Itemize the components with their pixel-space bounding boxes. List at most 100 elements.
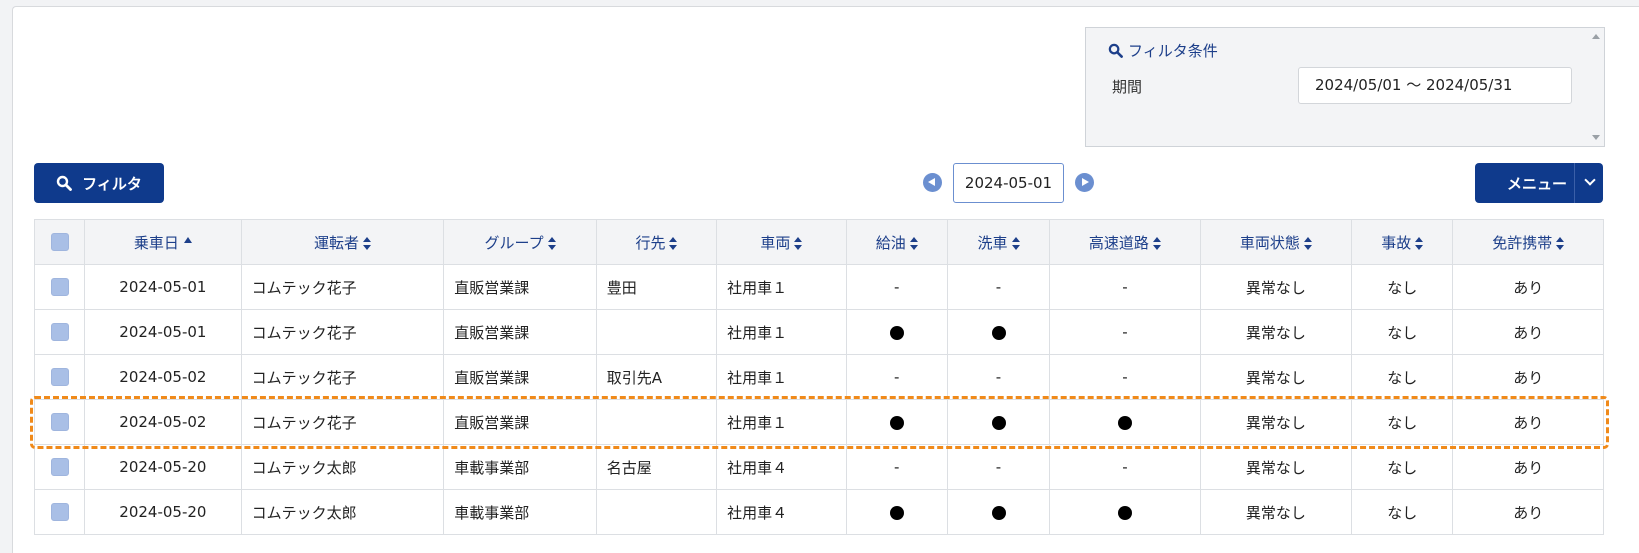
group-cell: 直販営業課: [443, 354, 597, 400]
column-header-license[interactable]: 免許携帯: [1452, 219, 1604, 265]
sort-icon: [669, 236, 678, 250]
column-header-destination[interactable]: 行先: [595, 219, 718, 265]
destination-cell-text: 名古屋: [606, 458, 652, 477]
scroll-down-arrow-icon[interactable]: [1592, 135, 1600, 140]
vehicle-cell-text: 社用車１: [727, 278, 788, 297]
column-header-label: 免許携帯: [1492, 233, 1553, 252]
menu-button-divider: [1574, 163, 1575, 203]
sort-icon: [547, 236, 556, 250]
column-header-accident[interactable]: 事故: [1351, 219, 1454, 265]
license-cell: あり: [1452, 489, 1604, 535]
condition-cell-text: 異常なし: [1245, 503, 1306, 522]
vehicle-cell-text: 社用車１: [727, 368, 788, 387]
highway-cell: -: [1049, 444, 1201, 490]
highway-cell: ●: [1049, 399, 1201, 445]
row-checkbox[interactable]: [50, 458, 69, 477]
column-header-label: 事故: [1381, 233, 1412, 252]
driver-cell: コムテック太郎: [240, 444, 445, 490]
filter-panel-scrollbar[interactable]: [1587, 28, 1604, 146]
menu-button-label: メニュー: [1507, 174, 1568, 193]
fuel-cell: ●: [845, 309, 948, 355]
period-field[interactable]: 2024/05/01 〜 2024/05/31: [1298, 67, 1572, 104]
row-checkbox[interactable]: [50, 503, 69, 522]
fuel-cell-text: -: [893, 458, 900, 476]
current-date-field[interactable]: 2024-05-01: [953, 163, 1064, 203]
row-checkbox[interactable]: [50, 278, 69, 297]
filter-conditions-label: フィルタ条件: [1128, 42, 1218, 60]
fuel-cell: ●: [845, 489, 948, 535]
group-cell: 直販営業課: [443, 399, 597, 445]
table-row[interactable]: 2024-05-01 コムテック花子 直販営業課 豊田 社用車１ - - - 異常なし なし あり: [33, 264, 1604, 310]
group-cell: 車載事業部: [443, 489, 597, 535]
column-header-highway[interactable]: 高速道路: [1049, 219, 1201, 265]
table-row[interactable]: 2024-05-02 コムテック花子 直販営業課 社用車１ ● ● ● 異常なし なし あり: [33, 399, 1604, 445]
row-select-cell[interactable]: [33, 309, 86, 355]
row-select-cell[interactable]: [33, 444, 86, 490]
column-header-date[interactable]: 乗車日: [84, 219, 242, 265]
group-cell: 車載事業部: [443, 444, 597, 490]
condition-cell-text: 異常なし: [1245, 458, 1306, 477]
column-header-vehicle[interactable]: 車両: [716, 219, 847, 265]
chevron-down-icon[interactable]: [1584, 174, 1596, 186]
row-select-cell[interactable]: [33, 489, 86, 535]
column-header-group[interactable]: グループ: [443, 219, 597, 265]
filter-button[interactable]: フィルタ: [34, 163, 164, 203]
select-all-cell[interactable]: [33, 219, 86, 265]
column-header-label: 運転者: [313, 233, 359, 252]
date-cell: 2024-05-02: [84, 399, 242, 445]
sort-icon: [1556, 236, 1565, 250]
row-checkbox[interactable]: [50, 323, 69, 342]
scroll-up-arrow-icon[interactable]: [1592, 34, 1600, 39]
date-cell-text: 2024-05-01: [119, 323, 207, 341]
column-header-driver[interactable]: 運転者: [240, 219, 445, 265]
group-cell-text: 車載事業部: [454, 503, 530, 522]
driver-cell-text: コムテック花子: [251, 368, 357, 387]
filled-dot-icon: ●: [991, 415, 1006, 430]
date-cell: 2024-05-02: [84, 354, 242, 400]
accident-cell-text: なし: [1387, 413, 1418, 432]
next-date-icon[interactable]: [1075, 173, 1094, 192]
column-header-wash[interactable]: 洗車: [946, 219, 1051, 265]
sort-icon: [1303, 236, 1312, 250]
filled-dot-icon: ●: [991, 505, 1006, 520]
column-header-label: 給油: [875, 233, 906, 252]
condition-cell: 異常なし: [1199, 264, 1353, 310]
license-cell-text: あり: [1513, 413, 1544, 432]
wash-cell: -: [946, 354, 1051, 400]
group-cell: 直販営業課: [443, 264, 597, 310]
row-select-cell[interactable]: [33, 264, 86, 310]
table-row[interactable]: 2024-05-20 コムテック太郎 車載事業部 社用車４ ● ● ● 異常なし なし あり: [33, 489, 1604, 535]
row-select-cell[interactable]: [33, 399, 86, 445]
row-checkbox[interactable]: [50, 368, 69, 387]
group-cell-text: 直販営業課: [454, 413, 530, 432]
condition-cell: 異常なし: [1199, 399, 1353, 445]
condition-cell: 異常なし: [1199, 309, 1353, 355]
table-row[interactable]: 2024-05-02 コムテック花子 直販営業課 取引先A 社用車１ - - - 異常なし なし あ…: [33, 354, 1604, 400]
driver-cell: コムテック花子: [240, 309, 445, 355]
select-all-checkbox[interactable]: [50, 233, 69, 252]
column-header-condition[interactable]: 車両状態: [1199, 219, 1353, 265]
filled-dot-icon: ●: [991, 325, 1006, 340]
wash-cell: -: [946, 264, 1051, 310]
wash-cell-text: -: [995, 278, 1002, 296]
trip-records-table: 乗車日 運転者 グループ 行先 車両 給油 洗車 高速道路 車両状態 事故 免許…: [33, 219, 1604, 535]
fuel-cell: -: [845, 354, 948, 400]
row-checkbox[interactable]: [50, 413, 69, 432]
table-row[interactable]: 2024-05-01 コムテック花子 直販営業課 社用車１ ● ● - 異常なし なし あり: [33, 309, 1604, 355]
sort-icon: [909, 236, 918, 250]
column-header-fuel[interactable]: 給油: [845, 219, 948, 265]
menu-button[interactable]: メニュー: [1475, 163, 1603, 203]
column-header-label: 車両状態: [1239, 233, 1300, 252]
condition-cell-text: 異常なし: [1245, 413, 1306, 432]
column-header-label: 車両: [760, 233, 791, 252]
date-cell-text: 2024-05-20: [119, 503, 207, 521]
destination-cell: 名古屋: [595, 444, 718, 490]
wash-cell-text: -: [995, 368, 1002, 386]
table-row[interactable]: 2024-05-20 コムテック太郎 車載事業部 名古屋 社用車４ - - - 異常なし なし あり: [33, 444, 1604, 490]
previous-date-icon[interactable]: [923, 173, 942, 192]
highway-cell: -: [1049, 354, 1201, 400]
search-icon: [1108, 43, 1123, 58]
row-select-cell[interactable]: [33, 354, 86, 400]
sort-icon: [1415, 236, 1424, 250]
vehicle-cell: 社用車４: [716, 489, 847, 535]
